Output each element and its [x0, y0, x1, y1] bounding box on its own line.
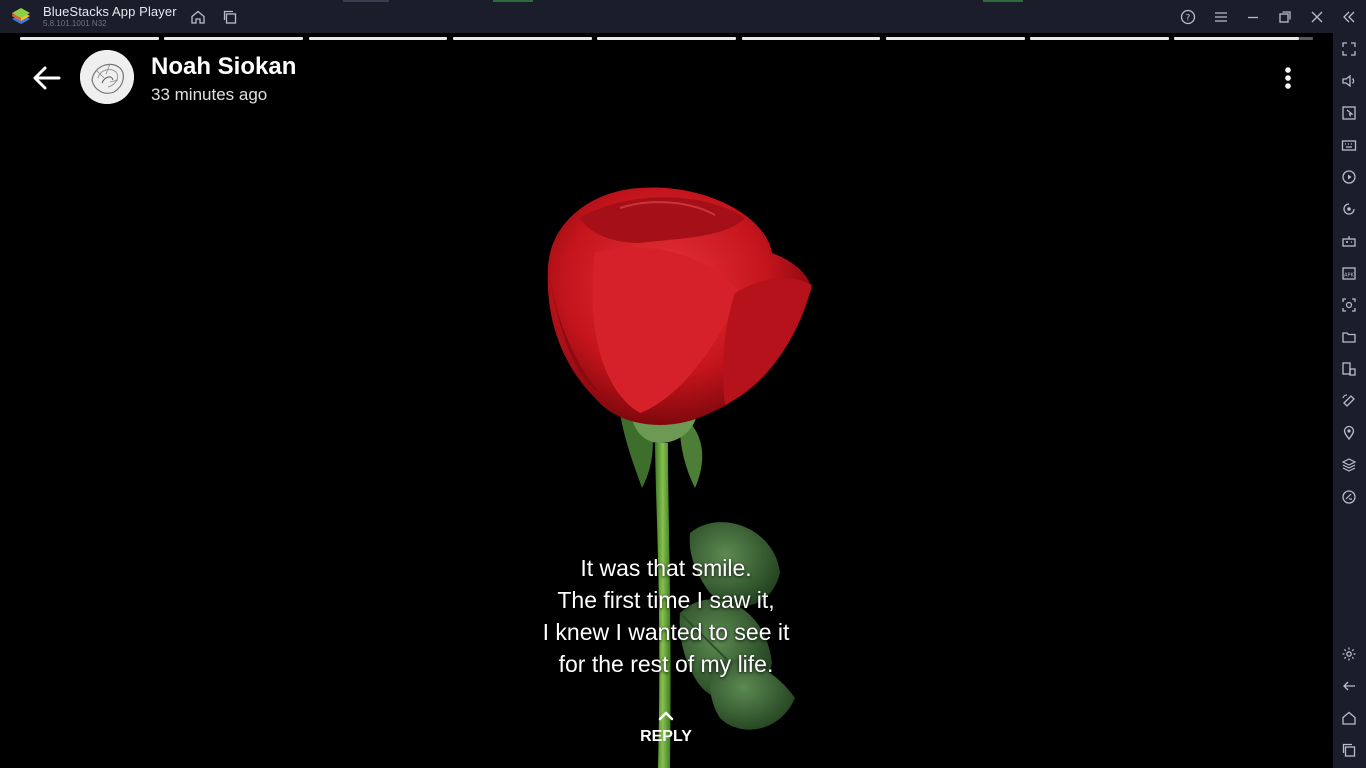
author-name[interactable]: Noah Siokan — [151, 53, 296, 81]
story-progress-segment-current — [1174, 37, 1299, 40]
more-options-icon[interactable] — [1278, 63, 1298, 93]
post-time: 33 minutes ago — [151, 85, 268, 104]
location-icon[interactable] — [1340, 424, 1358, 442]
svg-text:APK: APK — [1344, 273, 1354, 279]
reply-button[interactable]: REPLY — [616, 708, 716, 746]
folder-icon[interactable] — [1340, 328, 1358, 346]
story-progress-segment — [886, 37, 1025, 40]
recents-icon[interactable] — [1340, 741, 1358, 759]
title-bar-accent — [983, 0, 1023, 2]
cursor-icon[interactable] — [1340, 104, 1358, 122]
settings-icon[interactable] — [1340, 645, 1358, 663]
help-icon[interactable]: ? — [1179, 8, 1197, 26]
sync-icon[interactable] — [1340, 200, 1358, 218]
menu-icon[interactable] — [1212, 8, 1230, 26]
screenshot-icon[interactable] — [1340, 296, 1358, 314]
story-progress-segment — [597, 37, 736, 40]
caption-line: for the rest of my life. — [558, 651, 774, 677]
minimize-icon[interactable] — [1244, 8, 1262, 26]
avatar[interactable] — [80, 50, 134, 104]
resize-icon[interactable] — [1340, 360, 1358, 378]
right-sidebar: APK — [1333, 33, 1366, 768]
caption-line: I knew I wanted to see it — [542, 619, 790, 645]
story-progress-segment — [1030, 37, 1169, 40]
title-bar-accent — [493, 0, 533, 2]
layers-icon[interactable] — [1340, 456, 1358, 474]
macro-icon[interactable] — [1340, 168, 1358, 186]
caption-line: It was that smile. — [580, 555, 752, 581]
home-icon[interactable] — [189, 8, 207, 26]
story-caption: It was that smile. The first time I saw … — [466, 552, 866, 680]
story-progress-segment — [20, 37, 159, 40]
game-controls-icon[interactable] — [1340, 232, 1358, 250]
back-icon[interactable] — [1340, 677, 1358, 695]
story-progress-segment — [309, 37, 447, 40]
app-title: BlueStacks App Player — [43, 4, 177, 19]
android-home-icon[interactable] — [1340, 709, 1358, 727]
volume-icon[interactable] — [1340, 72, 1358, 90]
title-bar: BlueStacks App Player 5.8.101.1001 N32 ? — [0, 0, 1366, 34]
eco-mode-icon[interactable] — [1340, 488, 1358, 506]
keyboard-icon[interactable] — [1340, 136, 1358, 154]
story-progress-segment — [742, 37, 880, 40]
caption-line: The first time I saw it, — [557, 587, 775, 613]
rotate-icon[interactable] — [1340, 392, 1358, 410]
close-icon[interactable] — [1308, 8, 1326, 26]
story-view[interactable]: Noah Siokan 33 minutes ago It was that s… — [0, 33, 1333, 768]
svg-text:?: ? — [1186, 14, 1191, 24]
multi-instance-icon[interactable] — [221, 8, 239, 26]
app-version: 5.8.101.1001 N32 — [43, 19, 107, 28]
collapse-sidebar-icon[interactable] — [1340, 8, 1358, 26]
title-bar-accent — [343, 0, 389, 2]
back-arrow-icon[interactable] — [30, 61, 64, 95]
story-progress-segment — [164, 37, 303, 40]
bluestacks-logo-icon — [12, 8, 30, 24]
chevron-up-icon — [658, 711, 674, 721]
story-progress-remaining — [1299, 37, 1313, 40]
restore-icon[interactable] — [1276, 8, 1294, 26]
reply-label: REPLY — [640, 728, 692, 745]
fullscreen-icon[interactable] — [1340, 40, 1358, 58]
apk-icon[interactable]: APK — [1340, 264, 1358, 282]
story-progress-segment — [453, 37, 592, 40]
